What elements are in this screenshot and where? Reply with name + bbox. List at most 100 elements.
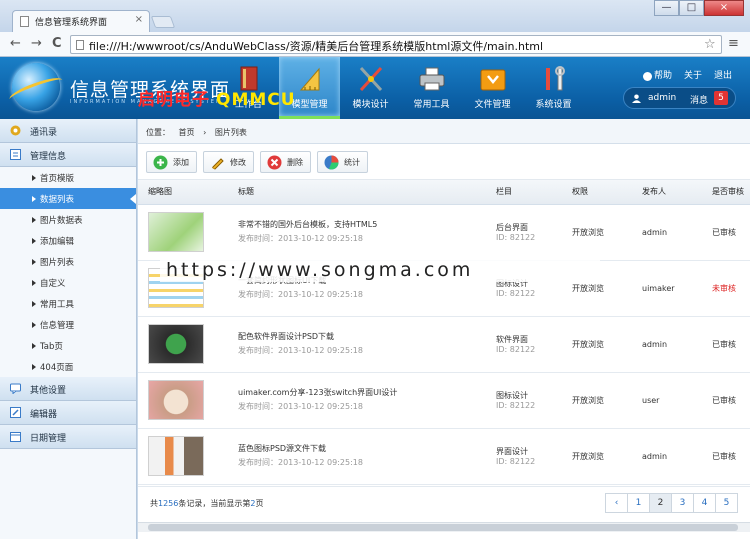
watermark-text: 启明电子 QMMCU <box>138 85 296 110</box>
sidebar-item-data-list[interactable]: 数据列表 <box>0 188 136 209</box>
back-arrow-icon[interactable]: ← <box>10 36 21 51</box>
page-buttons: ‹ 1 2 3 4 5 <box>605 493 738 513</box>
row-author: uimaker <box>632 260 702 317</box>
file-icon <box>76 40 84 50</box>
minimize-button[interactable]: — <box>654 0 679 16</box>
sidebar-item-common-tools[interactable]: 常用工具 <box>0 293 136 314</box>
list-icon <box>10 149 21 160</box>
table-header-row: 缩略图 标题 栏目 权限 发布人 是否审核 <box>138 180 750 205</box>
sidebar-item-add-edit[interactable]: 添加编辑 <box>0 230 136 251</box>
about-link[interactable]: 关于 <box>684 68 702 81</box>
ruler-icon <box>299 67 319 91</box>
thumbnail-image[interactable] <box>148 212 204 252</box>
horizontal-scrollbar[interactable] <box>138 522 750 532</box>
row-permission: 开放浏览 <box>562 372 632 429</box>
table-row[interactable]: 配色软件界面设计PSD下载 发布时间：2013-10-12 09:25:18 软件… <box>138 316 750 373</box>
close-window-button[interactable]: × <box>704 0 744 16</box>
sidebar-item-info-manage[interactable]: 信息管理 <box>0 314 136 335</box>
address-url: file:///H:/wwwroot/cs/AnduWebClass/资源/精美… <box>89 40 544 53</box>
stats-button[interactable]: 统计 <box>317 151 368 173</box>
sidebar-item-404-page[interactable]: 404页面 <box>0 356 136 377</box>
breadcrumb: 位置： 首页 › 图片列表 <box>138 119 750 144</box>
tab-close-icon[interactable]: × <box>135 14 143 25</box>
sidebar-section-editor[interactable]: 编辑器 <box>0 401 136 425</box>
table-row[interactable]: uimaker.com分享-123张switch界面UI设计 发布时间：2013-… <box>138 372 750 429</box>
column-header-review[interactable]: 是否审核 <box>702 180 750 205</box>
browser-tab[interactable]: 信息管理系统界面 × <box>12 10 150 32</box>
message-count-badge[interactable]: 5 <box>714 91 728 105</box>
row-column: 后台界面 <box>496 223 528 232</box>
sidebar-section-label: 编辑器 <box>30 410 58 420</box>
row-title[interactable]: 蓝色图标PSD源文件下载 <box>238 442 486 456</box>
new-tab-button[interactable] <box>150 16 176 28</box>
column-header-permission[interactable]: 权限 <box>562 180 632 205</box>
table-row[interactable]: 非常不错的国外后台模板，支持HTML5 发布时间：2013-10-12 09:25… <box>138 204 750 261</box>
address-bar[interactable]: file:///H:/wwwroot/cs/AnduWebClass/资源/精美… <box>70 35 722 54</box>
row-title[interactable]: 配色软件界面设计PSD下载 <box>238 330 486 344</box>
thumbnail-image[interactable] <box>148 436 204 476</box>
wrench-icon <box>545 66 565 91</box>
table-row[interactable]: 蓝色图标PSD源文件下载 发布时间：2013-10-12 09:25:18 界面设… <box>138 428 750 485</box>
sidebar-item-image-data[interactable]: 图片数据表 <box>0 209 136 230</box>
nav-item-file-manage[interactable]: 文件管理 <box>462 57 523 119</box>
row-title[interactable]: uimaker.com分享-123张switch界面UI设计 <box>238 386 486 400</box>
column-header-column[interactable]: 栏目 <box>486 180 562 205</box>
row-column: 图标设计 <box>496 391 528 400</box>
sidebar-section-contacts[interactable]: 通讯录 <box>0 119 136 143</box>
sidebar-section-label: 其他设置 <box>30 386 67 396</box>
page-prev-button[interactable]: ‹ <box>605 493 628 513</box>
pager-text: 共 <box>150 499 158 508</box>
thumbnail-image[interactable] <box>148 380 204 420</box>
sidebar-item-image-list[interactable]: 图片列表 <box>0 251 136 272</box>
row-id: ID: 82122 <box>496 233 536 242</box>
sidebar-section-date-manage[interactable]: 日期管理 <box>0 425 136 449</box>
browser-menu-icon[interactable]: ≡ <box>728 36 739 51</box>
thumbnail-image[interactable] <box>148 324 204 364</box>
tab-title: 信息管理系统界面 <box>35 18 108 28</box>
reload-icon[interactable]: C <box>52 36 62 51</box>
page-button-1[interactable]: 1 <box>627 493 650 513</box>
page-button-4[interactable]: 4 <box>693 493 716 513</box>
sidebar-item-custom[interactable]: 自定义 <box>0 272 136 293</box>
row-permission: 开放浏览 <box>562 204 632 261</box>
row-status: 已审核 <box>702 316 750 373</box>
column-header-author[interactable]: 发布人 <box>632 180 702 205</box>
add-button[interactable]: 添加 <box>146 151 197 173</box>
message-link[interactable]: 消息 <box>690 93 708 106</box>
delete-button[interactable]: 删除 <box>260 151 311 173</box>
row-author: admin <box>632 316 702 373</box>
page-icon <box>20 16 29 27</box>
page-button-5[interactable]: 5 <box>715 493 738 513</box>
scrollbar-thumb[interactable] <box>148 524 738 531</box>
row-column: 软件界面 <box>496 335 528 344</box>
bookmark-star-icon[interactable]: ☆ <box>704 37 716 52</box>
column-header-thumbnail[interactable]: 缩略图 <box>138 180 228 205</box>
maximize-button[interactable]: □ <box>679 0 704 16</box>
sidebar-section-other-settings[interactable]: 其他设置 <box>0 377 136 401</box>
browser-tabbar: 信息管理系统界面 × — □ × <box>0 0 750 32</box>
row-status: 已审核 <box>702 428 750 485</box>
row-time: 发布时间：2013-10-12 09:25:18 <box>238 290 363 299</box>
sidebar-section-manage-info[interactable]: 管理信息 <box>0 143 136 167</box>
pager-text: 页 <box>255 499 264 508</box>
page-button-3[interactable]: 3 <box>671 493 694 513</box>
sidebar-item-home-template[interactable]: 首页模版 <box>0 167 136 188</box>
row-title[interactable]: 非常不错的国外后台模板，支持HTML5 <box>238 218 486 232</box>
column-header-title[interactable]: 标题 <box>228 180 486 205</box>
nav-item-common-tools[interactable]: 常用工具 <box>401 57 462 119</box>
page-button-2[interactable]: 2 <box>649 493 672 513</box>
logout-link[interactable]: 退出 <box>714 68 732 81</box>
forward-arrow-icon[interactable]: → <box>31 36 42 51</box>
breadcrumb-home[interactable]: 首页 <box>179 128 195 137</box>
chat-icon <box>10 383 21 394</box>
tools-icon <box>359 66 382 92</box>
help-link[interactable]: ? 帮助 <box>642 68 672 81</box>
sidebar-item-tab-page[interactable]: Tab页 <box>0 335 136 356</box>
edit-button[interactable]: 修改 <box>203 151 254 173</box>
nav-item-module-design[interactable]: 模块设计 <box>340 57 401 119</box>
nav-item-system-settings[interactable]: 系统设置 <box>523 57 584 119</box>
user-name[interactable]: admin <box>648 93 676 103</box>
row-author: admin <box>632 204 702 261</box>
nav-label: 系统设置 <box>535 100 572 110</box>
help-icon: ? <box>642 72 652 81</box>
